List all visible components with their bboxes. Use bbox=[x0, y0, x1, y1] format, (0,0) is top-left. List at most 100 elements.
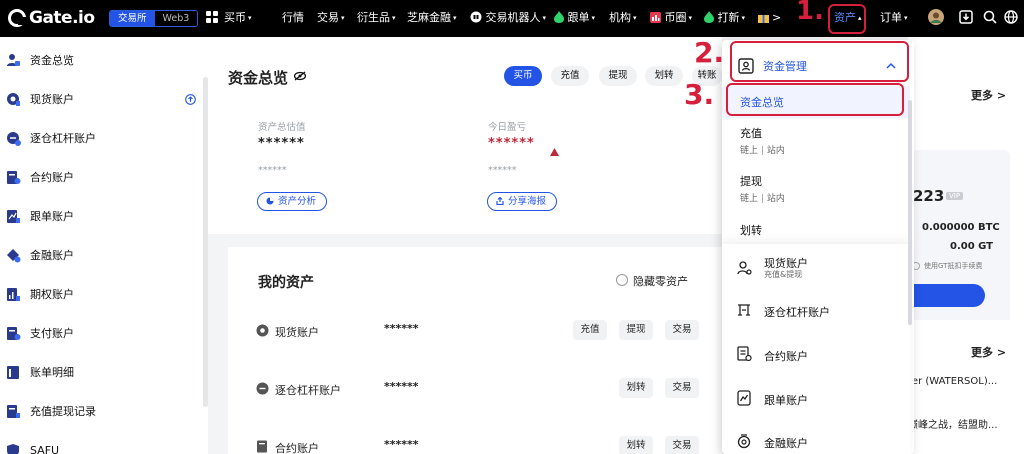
search-icon[interactable] bbox=[983, 10, 997, 28]
withdraw-button[interactable]: 提现 bbox=[599, 66, 637, 86]
chevron-down-icon: ▾ bbox=[453, 14, 457, 22]
tab-exchange[interactable]: 交易所 bbox=[110, 11, 155, 26]
nav-item-orders[interactable]: 订单 ▾ bbox=[880, 11, 908, 25]
margin-transfer-button[interactable]: 划转 bbox=[619, 378, 653, 398]
gift-icon[interactable] bbox=[758, 11, 769, 25]
withdraw-internal-link[interactable]: 站内 bbox=[767, 194, 785, 204]
sidebar-item-asset-overview[interactable]: 资金总览 bbox=[0, 41, 206, 79]
eye-hidden-icon[interactable] bbox=[294, 71, 306, 81]
primary-action-button[interactable] bbox=[908, 284, 985, 307]
annotation-box-step1 bbox=[828, 4, 866, 34]
spot-withdraw-button[interactable]: 提现 bbox=[619, 320, 653, 340]
chevron-down-icon: ▾ bbox=[248, 14, 252, 22]
asset-row-name: 逐仓杠杆账户 bbox=[275, 384, 341, 397]
hide-zero-label: 隐藏零资产 bbox=[633, 275, 688, 288]
transfer-menu-item[interactable]: 划转 bbox=[740, 222, 762, 238]
hide-zero-checkbox[interactable] bbox=[616, 274, 628, 286]
futures-account-icon bbox=[257, 440, 267, 453]
futures-transfer-button[interactable]: 划转 bbox=[619, 436, 653, 454]
share-icon bbox=[496, 197, 504, 205]
nav-item-crypto-circle[interactable]: 币圈 ▾ bbox=[650, 11, 692, 25]
nav-item-trade[interactable]: 交易 ▾ bbox=[317, 11, 345, 25]
chevron-down-icon: ▾ bbox=[341, 14, 345, 22]
globe-icon[interactable] bbox=[1004, 10, 1018, 28]
nav-label: 打新 bbox=[717, 11, 740, 24]
bot-icon bbox=[470, 11, 482, 23]
share-poster-button[interactable]: 分享海报 bbox=[487, 192, 558, 211]
sidebar-item-bill-details[interactable]: 账单明细 bbox=[0, 353, 206, 391]
sidebar-item-label: SAFU bbox=[30, 443, 60, 454]
sidebar-item-copy-account[interactable]: 跟单账户 bbox=[0, 197, 206, 235]
sidebar-item-payment-account[interactable]: 支付账户 bbox=[0, 314, 206, 352]
more-news-link[interactable]: 更多 > bbox=[971, 344, 1006, 360]
nav-item-institutional[interactable]: 机构 ▾ bbox=[609, 11, 637, 25]
nav-item-launchpad[interactable]: 打新 ▾ bbox=[704, 11, 745, 25]
news-item[interactable]: 巅峰之战，结盟助... bbox=[908, 416, 998, 431]
asset-row-name: 合约账户 bbox=[275, 442, 319, 454]
nav-label: 交易机器人 bbox=[485, 11, 541, 24]
asset-row-spot[interactable]: 现货账户 ****** 充值 提现 交易 bbox=[228, 320, 708, 342]
margin-account-icon bbox=[256, 382, 269, 395]
sidebar-item-isolated-margin[interactable]: 逐仓杠杆账户 bbox=[0, 119, 206, 157]
finance-account-icon bbox=[7, 248, 21, 262]
sidebar-item-options-account[interactable]: 期权账户 bbox=[0, 275, 206, 313]
futures-account-menu-label: 合约账户 bbox=[764, 350, 808, 363]
annotation-step2: 2. bbox=[694, 36, 725, 69]
payment-account-icon bbox=[7, 326, 21, 340]
asset-row-futures[interactable]: 合约账户 ****** 划转 交易 bbox=[228, 436, 708, 454]
more-link[interactable]: 更多 > bbox=[971, 87, 1006, 103]
nav-label: 订单 bbox=[880, 11, 902, 24]
today-pnl-fiat: ****** bbox=[488, 165, 517, 176]
annotation-box-step2 bbox=[730, 41, 909, 82]
sidebar-item-finance-account[interactable]: 金融账户 bbox=[0, 236, 206, 274]
sidebar-item-futures-account[interactable]: 合约账户 bbox=[0, 158, 206, 196]
info-circle-icon[interactable] bbox=[185, 93, 196, 105]
deposit-button[interactable]: 充值 bbox=[551, 66, 589, 86]
margin-trade-button[interactable]: 交易 bbox=[665, 378, 699, 398]
flame-icon bbox=[704, 11, 714, 23]
sidebar-item-deposit-withdraw-records[interactable]: 充值提现记录 bbox=[0, 392, 206, 430]
deposit-internal-link[interactable]: 站内 bbox=[767, 146, 785, 156]
sidebar: 资金总览 现货账户 逐仓杠杆账户 合约账户 跟单账户 金融账户 期权账户 支付账… bbox=[0, 37, 208, 454]
deposit-onchain-link[interactable]: 链上 bbox=[740, 146, 758, 156]
chevron-down-icon: ▾ bbox=[591, 14, 596, 22]
spot-deposit-button[interactable]: 充值 bbox=[573, 320, 607, 340]
nav-item-derivatives[interactable]: 衍生品 ▾ bbox=[357, 11, 396, 25]
spot-trade-button[interactable]: 交易 bbox=[665, 320, 699, 340]
nav-item-finance[interactable]: 芝麻金融 ▾ bbox=[407, 11, 457, 25]
asset-analysis-button[interactable]: 资产分析 bbox=[257, 192, 328, 211]
nav-item-copy-trading[interactable]: 跟单 ▾ bbox=[554, 11, 595, 25]
nav-more-arrow[interactable]: > bbox=[772, 11, 781, 25]
right-summary-card: 更多 > 223 VIP bbox=[908, 37, 1024, 234]
nav-item-markets[interactable]: 行情 bbox=[282, 11, 304, 25]
btc-balance: 0.000000 BTC bbox=[922, 222, 1000, 233]
tab-web3[interactable]: Web3 bbox=[154, 11, 198, 26]
margin-account-icon bbox=[738, 304, 750, 316]
sidebar-item-label: 支付账户 bbox=[30, 327, 74, 340]
pie-chart-icon bbox=[266, 197, 274, 205]
nav-label: 行情 bbox=[282, 11, 304, 24]
bill-icon bbox=[7, 365, 19, 379]
futures-trade-button[interactable]: 交易 bbox=[665, 436, 699, 454]
exchange-web3-switch: 交易所 Web3 bbox=[109, 10, 199, 27]
news-item[interactable]: ter (WATERSOL)... bbox=[908, 376, 997, 387]
buy-crypto-button[interactable]: 买币 bbox=[504, 66, 542, 86]
margin-account-menu-label: 逐仓杠杆账户 bbox=[764, 306, 830, 319]
download-icon[interactable] bbox=[959, 10, 973, 28]
withdraw-onchain-link[interactable]: 链上 bbox=[740, 194, 758, 204]
dropdown-scrollbar[interactable] bbox=[908, 100, 912, 325]
nav-item-buy-crypto[interactable]: 买币 ▾ bbox=[224, 11, 252, 25]
apps-grid-icon[interactable] bbox=[206, 11, 219, 26]
futures-account-icon bbox=[7, 170, 21, 184]
my-assets-card: 我的资产 隐藏零资产 现货账户 ****** 充值 提现 交易 逐仓杠杆账户 *… bbox=[228, 247, 722, 454]
nav-item-trading-bot[interactable]: 交易机器人 ▾ bbox=[470, 11, 546, 25]
asset-row-isolated-margin[interactable]: 逐仓杠杆账户 ****** 划转 交易 bbox=[228, 378, 708, 400]
transfer-button[interactable]: 划转 bbox=[645, 66, 683, 86]
gate-logo[interactable]: Gate.io bbox=[8, 8, 95, 28]
spot-account-menu-sub: 充值&提现 bbox=[764, 270, 803, 279]
sidebar-item-safu[interactable]: SAFU bbox=[0, 431, 206, 454]
avatar[interactable] bbox=[928, 9, 944, 29]
nav-label: 交易 bbox=[317, 11, 339, 24]
sidebar-item-spot-account[interactable]: 现货账户 bbox=[0, 80, 206, 118]
records-icon bbox=[7, 404, 20, 418]
